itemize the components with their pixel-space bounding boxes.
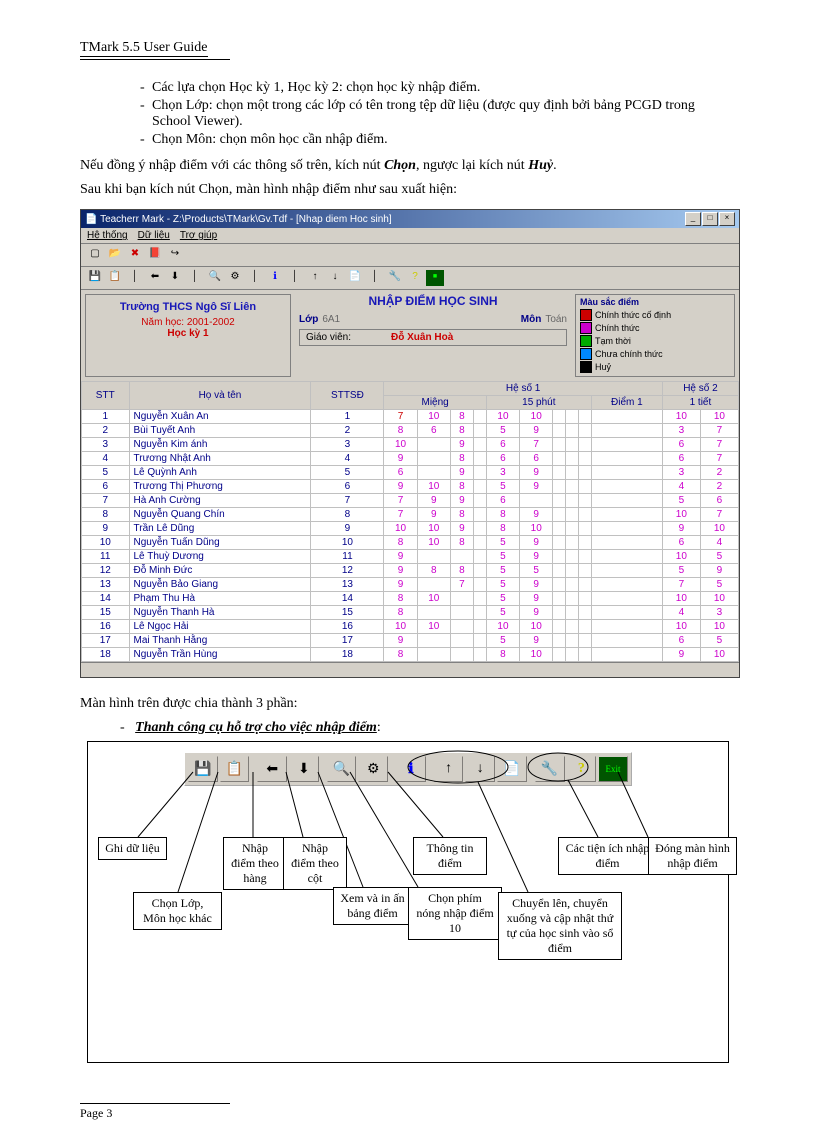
info-icon: ℹ xyxy=(396,756,426,782)
menu-item: Hệ thống xyxy=(87,230,128,241)
row-icon: ⬅ xyxy=(145,269,165,287)
close-icon: × xyxy=(719,212,735,226)
app-window: 📄 Teacherr Mark - Z:\Products\TMark\Gv.T… xyxy=(80,209,740,678)
help-icon: ? xyxy=(567,756,597,782)
panel-title: NHẬP ĐIỂM HỌC SINH xyxy=(299,294,567,308)
window-buttons[interactable]: _□× xyxy=(684,212,735,226)
minimize-icon: _ xyxy=(685,212,701,226)
save-icon: 💾 xyxy=(188,756,218,782)
titlebar: 📄 Teacherr Mark - Z:\Products\TMark\Gv.T… xyxy=(81,210,739,228)
arrow-icon: ↪ xyxy=(165,246,185,264)
grade-table[interactable]: STTHọ và tênSTTSĐHệ số 1Hệ số 2 Miệng15 … xyxy=(81,381,739,662)
menu-item: Dữ liệu xyxy=(138,230,170,241)
menubar[interactable]: Hệ thống Dữ liệu Trợ giúp xyxy=(81,228,739,244)
exit-icon: ■ xyxy=(425,269,445,287)
horizontal-scrollbar[interactable] xyxy=(81,662,739,677)
print-icon: 🔍 xyxy=(205,269,225,287)
doc-header: TMark 5.5 User Guide xyxy=(80,40,208,57)
up-icon: ↑ xyxy=(434,756,464,782)
x-icon: ✖ xyxy=(125,246,145,264)
legend: Màu sắc điểm Chính thức cố địnhChính thứ… xyxy=(575,294,735,377)
col-icon: ⬇ xyxy=(165,269,185,287)
bullet: Chọn Lớp: chọn một trong các lớp có tên … xyxy=(140,98,736,130)
bullet: Chọn Môn: chọn môn học cần nhập điểm. xyxy=(140,132,736,148)
list-icon: 📋 xyxy=(105,269,125,287)
maximize-icon: □ xyxy=(702,212,718,226)
window-title: 📄 Teacherr Mark - Z:\Products\TMark\Gv.T… xyxy=(85,214,392,225)
hotkey-icon: ⚙ xyxy=(358,756,388,782)
new-icon: ▢ xyxy=(85,246,105,264)
open-icon: 📂 xyxy=(105,246,125,264)
paragraph: Màn hình trên được chia thành 3 phần: xyxy=(80,694,736,714)
help-icon: 📕 xyxy=(145,246,165,264)
col-icon: ⬇ xyxy=(289,756,319,782)
hotkey-icon: ⚙ xyxy=(225,269,245,287)
print-icon: 🔍 xyxy=(327,756,357,782)
info-icon: ℹ xyxy=(265,269,285,287)
row-icon: ⬅ xyxy=(257,756,287,782)
menu-item: Trợ giúp xyxy=(180,230,217,241)
down-icon: ↓ xyxy=(465,756,495,782)
tools-icon: 🔧 xyxy=(385,269,405,287)
school-info: Trường THCS Ngô Sĩ Liên Năm học: 2001-20… xyxy=(85,294,291,377)
save-icon: 💾 xyxy=(85,269,105,287)
exit-icon: Exit xyxy=(598,756,628,782)
paragraph: Nếu đồng ý nhập điểm với các thông số tr… xyxy=(80,156,736,176)
list-icon: 📋 xyxy=(220,756,250,782)
update-icon: 📄 xyxy=(345,269,365,287)
toolbar-2[interactable]: 💾📋│⬅⬇│🔍⚙│ℹ│↑↓📄│🔧?■ xyxy=(81,267,739,290)
bullet: Các lựa chọn Học kỳ 1, Học kỳ 2: chọn họ… xyxy=(140,80,736,96)
tools-icon: 🔧 xyxy=(535,756,565,782)
down-icon: ↓ xyxy=(325,269,345,287)
paragraph: Sau khi bạn kích nút Chọn, màn hình nhập… xyxy=(80,180,736,200)
toolbar-diagram: 💾📋 ⬅⬇ 🔍⚙ ℹ ↑↓📄 🔧? Exit Ghi dữ liệu Chọn … xyxy=(87,741,729,1063)
help2-icon: ? xyxy=(405,269,425,287)
page-number: Page 3 xyxy=(80,1106,736,1121)
update-icon: 📄 xyxy=(497,756,527,782)
toolbar-1[interactable]: ▢📂✖📕↪ xyxy=(81,244,739,267)
paragraph: - Thanh công cụ hỗ trợ cho việc nhập điể… xyxy=(120,718,736,738)
up-icon: ↑ xyxy=(305,269,325,287)
